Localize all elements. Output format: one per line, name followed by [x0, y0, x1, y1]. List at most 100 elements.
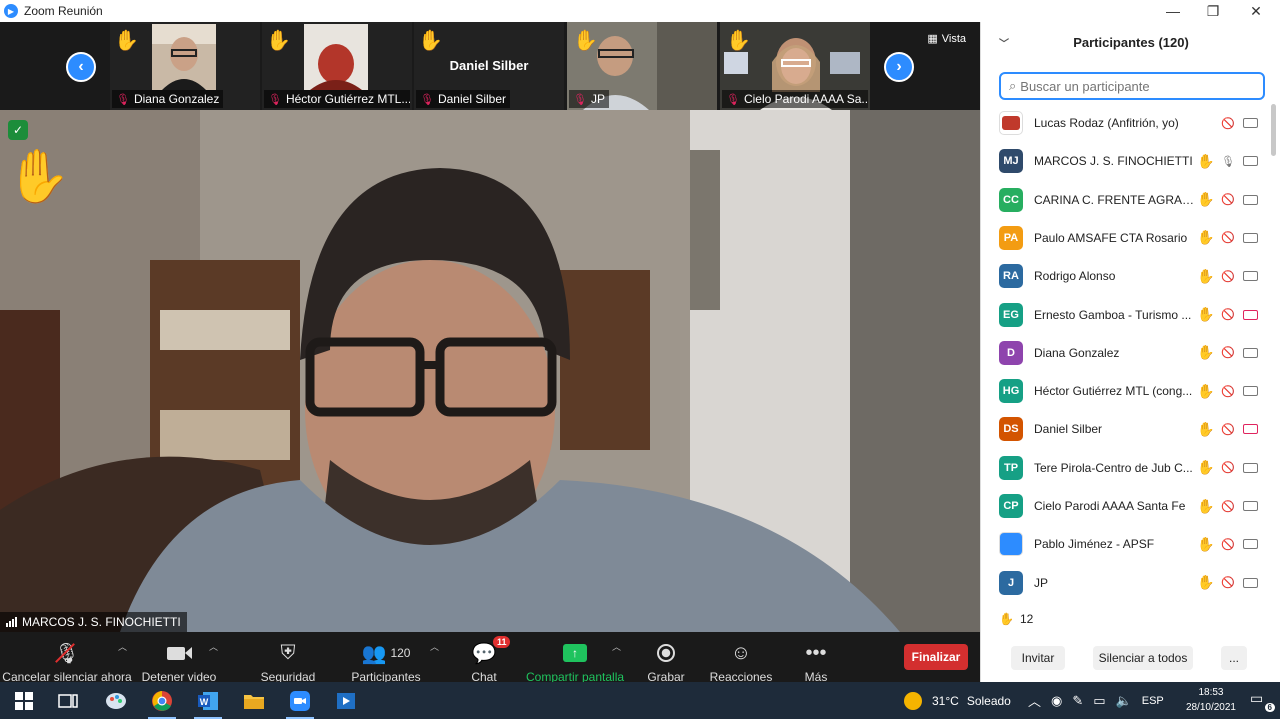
video-camera-icon[interactable]: [1243, 577, 1258, 588]
video-camera-icon[interactable]: [1243, 347, 1258, 358]
mic-muted-icon: 🎙: [420, 93, 434, 106]
thumbnail-tile[interactable]: ✋ 🎙 Héctor Gutiérrez MTL...: [262, 22, 412, 110]
video-camera-icon[interactable]: [1243, 232, 1258, 243]
file-explorer-icon[interactable]: [236, 687, 272, 715]
word-app-icon[interactable]: W: [190, 687, 226, 719]
taskbar-clock[interactable]: 18:53 28/10/2021: [1186, 685, 1236, 715]
search-field[interactable]: ⌕: [999, 72, 1265, 100]
webcam-icon[interactable]: ◉: [1051, 693, 1062, 709]
invite-button[interactable]: Invitar: [1011, 646, 1065, 670]
chrome-app-icon[interactable]: [144, 687, 180, 719]
video-camera-icon[interactable]: [1243, 271, 1258, 282]
mic-muted-icon[interactable]: 🚫: [1221, 270, 1235, 283]
end-meeting-button[interactable]: Finalizar: [904, 644, 968, 670]
mic-muted-icon[interactable]: 🚫: [1221, 461, 1235, 474]
chevron-down-icon[interactable]: ﹀: [999, 35, 1009, 50]
video-camera-icon[interactable]: [1243, 118, 1258, 128]
windows-start-icon[interactable]: [6, 687, 42, 715]
participant-row[interactable]: TP Tere Pirola-Centro de Jub C... ✋ 🚫: [981, 449, 1271, 487]
participant-list: Lucas Rodaz (Anfitrión, yo) 🚫 MJ MARCOS J. …: [981, 104, 1280, 600]
participant-row[interactable]: J JP ✋ 🚫: [981, 564, 1271, 600]
participant-row[interactable]: D Diana Gonzalez ✋ 🚫: [981, 334, 1271, 372]
search-input[interactable]: [1020, 78, 1251, 94]
mic-muted-icon[interactable]: 🚫: [1221, 423, 1235, 436]
avatar: MJ: [999, 149, 1023, 174]
video-camera-icon[interactable]: [1243, 194, 1258, 205]
mic-muted-icon[interactable]: 🚫: [1221, 346, 1235, 359]
notification-center-icon[interactable]: ▭ 6: [1250, 690, 1275, 712]
avatar: PA: [999, 225, 1023, 250]
movies-app-icon[interactable]: [328, 687, 364, 715]
list-scrollbar[interactable]: [1271, 104, 1276, 156]
raised-hand-icon: ✋: [6, 148, 71, 206]
participant-row[interactable]: HG Héctor Gutiérrez MTL (cong... ✋ 🚫: [981, 372, 1271, 410]
mic-muted-icon[interactable]: 🚫: [1221, 308, 1235, 321]
participant-name: Diana Gonzalez: [1034, 345, 1120, 360]
next-page-arrow-icon[interactable]: ›: [884, 52, 914, 82]
participant-row[interactable]: EG Ernesto Gamboa - Turismo ... ✋ 🚫: [981, 296, 1271, 334]
mic-muted-icon[interactable]: 🚫: [1221, 117, 1235, 130]
participant-row[interactable]: RA Rodrigo Alonso ✋ 🚫: [981, 257, 1271, 295]
task-view-icon[interactable]: [50, 687, 86, 715]
audio-options-caret-icon[interactable]: ︿: [118, 640, 127, 653]
participant-row[interactable]: Pablo Jiménez - APSF ✋ 🚫: [981, 525, 1271, 563]
panel-footer: Invitar Silenciar a todos ...: [981, 642, 1280, 674]
svg-text:W: W: [200, 697, 209, 707]
video-camera-icon[interactable]: [1243, 386, 1258, 397]
window-title: Zoom Reunión: [24, 4, 103, 18]
video-camera-icon[interactable]: [1243, 462, 1258, 473]
prev-page-arrow-icon[interactable]: ‹: [66, 52, 96, 82]
clock-date: 28/10/2021: [1185, 702, 1236, 713]
paint-app-icon[interactable]: [98, 687, 134, 715]
speaker-video-feed: [0, 110, 980, 632]
raised-hands-number: 12: [1019, 612, 1034, 626]
weather-widget[interactable]: 31°C Soleado: [904, 682, 1011, 719]
raised-hand-icon: ✋: [1197, 306, 1215, 322]
thumbnail-tile[interactable]: ✋ 🎙 Diana Gonzalez: [110, 22, 260, 110]
thumbnail-tile[interactable]: ✋ Daniel Silber 🎙 Daniel Silber: [414, 22, 564, 110]
zoom-app-icon[interactable]: [282, 687, 318, 719]
mic-muted-icon[interactable]: 🚫: [1221, 500, 1235, 513]
avatar: DS: [999, 417, 1023, 442]
video-off-icon[interactable]: [1243, 424, 1258, 435]
mic-muted-icon[interactable]: 🚫: [1221, 385, 1235, 398]
mic-muted-icon[interactable]: 🚫: [1221, 231, 1235, 244]
close-button[interactable]: ✕: [1235, 0, 1277, 22]
avatar: HG: [999, 379, 1023, 404]
thumbnail-tile[interactable]: ✋ 🎙 Cielo Parodi AAAA Sa...: [720, 22, 870, 110]
video-off-icon[interactable]: [1243, 309, 1258, 320]
mic-icon[interactable]: 🎙: [1221, 155, 1235, 168]
volume-icon[interactable]: 🔈: [1116, 693, 1132, 709]
thumbnail-tile[interactable]: ✋ 🎙 JP: [567, 22, 717, 110]
participant-row[interactable]: DS Daniel Silber ✋ 🚫: [981, 410, 1271, 448]
participant-video: [152, 24, 216, 90]
mic-muted-icon[interactable]: 🚫: [1221, 538, 1235, 551]
participant-row[interactable]: PA Paulo AMSAFE CTA Rosario ✋ 🚫: [981, 219, 1271, 257]
panel-more-button[interactable]: ...: [1221, 646, 1247, 670]
video-camera-icon[interactable]: [1243, 501, 1258, 511]
video-camera-icon[interactable]: [1243, 156, 1258, 167]
avatar: D: [999, 340, 1023, 365]
participant-row[interactable]: Lucas Rodaz (Anfitrión, yo) 🚫: [981, 104, 1271, 142]
participant-row[interactable]: MJ MARCOS J. S. FINOCHIETTI ✋ 🎙: [981, 142, 1271, 180]
participant-name: Pablo Jiménez - APSF: [1034, 537, 1155, 552]
language-indicator[interactable]: ESP: [1142, 695, 1164, 707]
participant-row[interactable]: CC CARINA C. FRENTE AGRARIO ✋ 🚫: [981, 181, 1271, 219]
minimize-button[interactable]: —: [1152, 0, 1194, 22]
pen-icon[interactable]: ✎: [1072, 693, 1083, 709]
avatar: EG: [999, 302, 1023, 327]
share-options-caret-icon[interactable]: ︿: [612, 640, 621, 653]
participant-row[interactable]: CP Cielo Parodi AAAA Santa Fe ✋ 🚫: [981, 487, 1271, 525]
network-icon[interactable]: ▭: [1093, 693, 1105, 709]
mic-muted-icon[interactable]: 🚫: [1221, 576, 1235, 589]
shield-icon: ⛨: [280, 641, 296, 664]
video-options-caret-icon[interactable]: ︿: [209, 640, 218, 653]
participants-options-caret-icon[interactable]: ︿: [430, 640, 439, 653]
video-camera-icon[interactable]: [1243, 539, 1258, 550]
restore-button[interactable]: ❐: [1192, 0, 1234, 22]
chevron-up-icon[interactable]: ︿: [1028, 691, 1041, 710]
view-button[interactable]: ▦ Vista: [927, 32, 966, 46]
mic-muted-icon[interactable]: 🚫: [1221, 193, 1235, 206]
shield-icon[interactable]: ✓: [8, 120, 28, 140]
mute-all-button[interactable]: Silenciar a todos: [1093, 646, 1193, 670]
